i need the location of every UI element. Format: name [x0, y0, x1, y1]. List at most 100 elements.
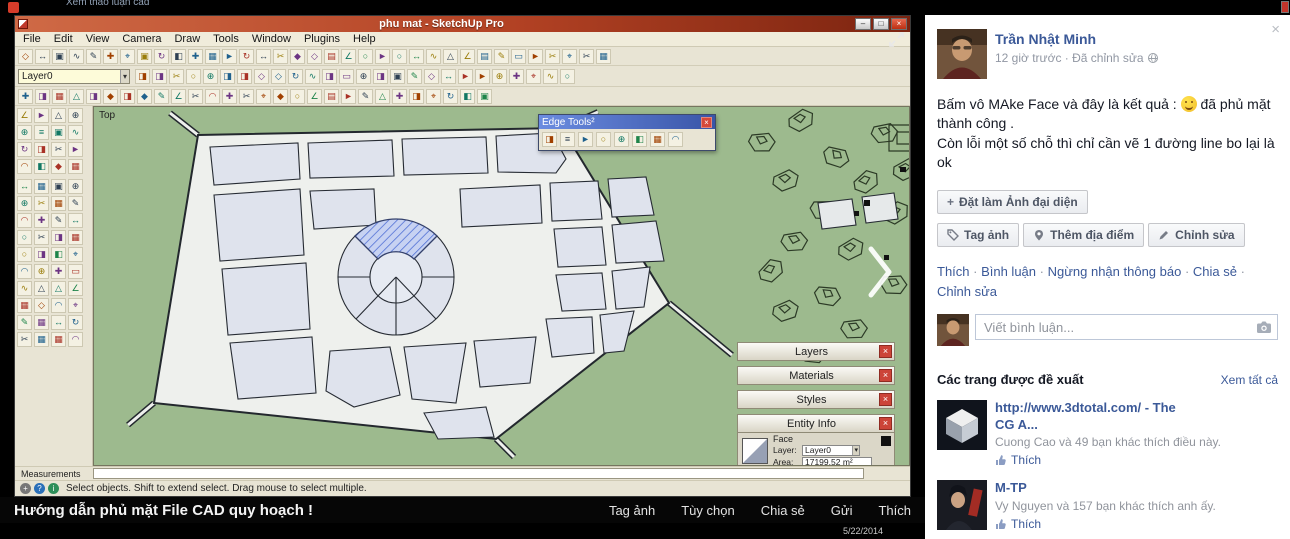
photo-action-t-y-ch-n[interactable]: Tùy chọn [681, 503, 734, 518]
paint-bucket-icon[interactable]: ◧ [171, 48, 186, 64]
smooth-edges-icon[interactable]: ► [578, 132, 593, 147]
solid-inspector-icon[interactable]: ⌖ [68, 298, 83, 313]
slicer-icon[interactable]: ▦ [51, 332, 66, 347]
camera-icon[interactable] [1256, 320, 1272, 334]
rotate-tool-icon[interactable]: ► [68, 142, 83, 157]
zoom-window-icon[interactable]: ∿ [426, 48, 441, 64]
circle-icon[interactable]: ∿ [69, 48, 84, 64]
round-corner-tool-icon[interactable]: ◨ [34, 247, 49, 262]
front-view-icon[interactable]: ◨ [373, 68, 388, 84]
orbit-tool-icon[interactable]: ✎ [68, 196, 83, 211]
window-close-button[interactable]: × [891, 18, 907, 30]
like-page-link[interactable]: Thích [995, 453, 1221, 467]
profile-builder-icon[interactable]: ↔ [51, 315, 66, 330]
next-photo-button[interactable] [866, 244, 894, 305]
flip-along-icon[interactable]: ► [475, 68, 490, 84]
edit-button[interactable]: Chỉnh sửa [1148, 223, 1245, 248]
menu-edit[interactable]: Edit [54, 33, 73, 45]
previous-view-icon[interactable]: ∠ [460, 48, 475, 64]
walk-tool-icon[interactable]: ○ [17, 230, 32, 245]
offset-icon[interactable]: ✂ [273, 48, 288, 64]
position-camera-tool-icon[interactable]: ↔ [68, 213, 83, 228]
shaded-icon[interactable]: ◨ [237, 68, 252, 84]
joint-pushpull-tool-icon[interactable]: ▭ [68, 264, 83, 279]
photo-action-tag-nh[interactable]: Tag ảnh [609, 503, 655, 518]
menu-plugins[interactable]: Plugins [304, 33, 340, 45]
menu-draw[interactable]: Draw [174, 33, 200, 45]
panel-close-icon[interactable]: × [879, 417, 892, 430]
find-gaps-icon[interactable]: ⊕ [614, 132, 629, 147]
stamp-icon[interactable]: ◆ [137, 88, 152, 104]
solid-subtract-icon[interactable]: ∠ [307, 88, 322, 104]
orbit-icon[interactable]: ► [375, 48, 390, 64]
make-group-icon[interactable]: ⌖ [562, 48, 577, 64]
push-pull-icon[interactable]: ▦ [205, 48, 220, 64]
extend-edges-icon[interactable]: ▦ [650, 132, 665, 147]
zoom-tool-icon[interactable]: ✚ [34, 213, 49, 228]
drape-icon[interactable]: ✎ [154, 88, 169, 104]
flowify-icon[interactable]: △ [51, 281, 66, 296]
rectangle-icon[interactable]: ▣ [52, 48, 67, 64]
measurements-input[interactable] [93, 468, 864, 479]
solid-union-icon[interactable]: ○ [290, 88, 305, 104]
rotate-icon[interactable]: ► [222, 48, 237, 64]
iso-view-icon[interactable]: ▭ [339, 68, 354, 84]
protractor-icon[interactable]: ▤ [324, 48, 339, 64]
menu-file[interactable]: File [23, 33, 41, 45]
bezier-curve-icon[interactable]: △ [69, 88, 84, 104]
freehand-tool-icon[interactable]: ◨ [34, 142, 49, 157]
polygon-tool-icon[interactable]: ↻ [17, 142, 32, 157]
page-name-link[interactable]: http://www.3dtotal.com/ - The CG A... [995, 400, 1195, 433]
layers-manager-icon[interactable]: ◨ [135, 68, 150, 84]
credits-icon[interactable] [48, 483, 59, 494]
vertex-tools-icon[interactable]: ▦ [17, 298, 32, 313]
photo-action-th-ch[interactable]: Thích [878, 503, 911, 518]
fog-icon[interactable]: ◨ [322, 68, 337, 84]
drape-tool-icon[interactable]: ✚ [51, 264, 66, 279]
copy-along-path-icon[interactable]: ↻ [443, 88, 458, 104]
panel-close-icon[interactable]: × [879, 369, 892, 382]
joint-push-pull-icon[interactable]: ◠ [205, 88, 220, 104]
panel-close-icon[interactable]: × [879, 345, 892, 358]
axes-tool-icon[interactable]: ▣ [51, 179, 66, 194]
model-info-icon[interactable]: ✚ [509, 68, 524, 84]
circle-tool-icon[interactable]: ▣ [51, 125, 66, 140]
move-icon[interactable]: ✚ [188, 48, 203, 64]
move-tool-icon[interactable]: ✂ [51, 142, 66, 157]
match-photo-icon[interactable]: ∿ [543, 68, 558, 84]
text-tool-icon[interactable]: ⊕ [17, 196, 32, 211]
menu-tools[interactable]: Tools [213, 33, 239, 45]
tag-photo-button[interactable]: Tag ảnh [937, 223, 1020, 248]
panel-layers[interactable]: Layers × [737, 342, 895, 361]
edge-tools-close-icon[interactable]: × [701, 116, 712, 128]
minimize-button[interactable]: – [855, 18, 871, 30]
shadows-icon[interactable]: ↻ [288, 68, 303, 84]
loft-tool-icon[interactable]: ▦ [34, 315, 49, 330]
next-view-icon[interactable]: ▤ [477, 48, 492, 64]
left-view-icon[interactable]: ◇ [424, 68, 439, 84]
page-thumbnail-3dtotal[interactable] [937, 400, 987, 451]
curviloft-icon[interactable]: ◆ [273, 88, 288, 104]
details-toggle[interactable] [881, 436, 891, 446]
page-name-link[interactable]: M-TP [995, 480, 1195, 496]
action-ng-ng-nh-n-th-ng-b-o[interactable]: Ngừng nhận thông báo [1048, 264, 1193, 279]
action-th-ch[interactable]: Thích [937, 264, 981, 279]
like-page-link[interactable]: Thích [995, 517, 1216, 531]
set-profile-picture-button[interactable]: Đặt làm Ảnh đại diện [937, 190, 1088, 215]
3d-text-tool-icon[interactable]: ✂ [34, 196, 49, 211]
back-edges-icon[interactable]: ○ [186, 68, 201, 84]
monochrome-icon[interactable]: ◇ [271, 68, 286, 84]
instructor-icon[interactable]: ○ [560, 68, 575, 84]
pan-icon[interactable]: ○ [392, 48, 407, 64]
add-location-button[interactable]: Thêm địa điểm [1023, 223, 1145, 248]
hidden-line-icon[interactable]: ◨ [220, 68, 235, 84]
section-tool-icon[interactable]: ▦ [51, 196, 66, 211]
look-around-tool-icon[interactable]: ✂ [34, 230, 49, 245]
action-ch-nh-s-a[interactable]: Chỉnh sửa [937, 284, 997, 299]
materials-browser-icon[interactable]: △ [51, 108, 66, 123]
make-component-icon[interactable]: ✂ [545, 48, 560, 64]
action-chia-s[interactable]: Chia sẻ [1193, 264, 1245, 279]
flip-edge-icon[interactable]: ✂ [188, 88, 203, 104]
mirror-icon[interactable]: ⌖ [426, 88, 441, 104]
polygon-icon[interactable]: ✚ [103, 48, 118, 64]
